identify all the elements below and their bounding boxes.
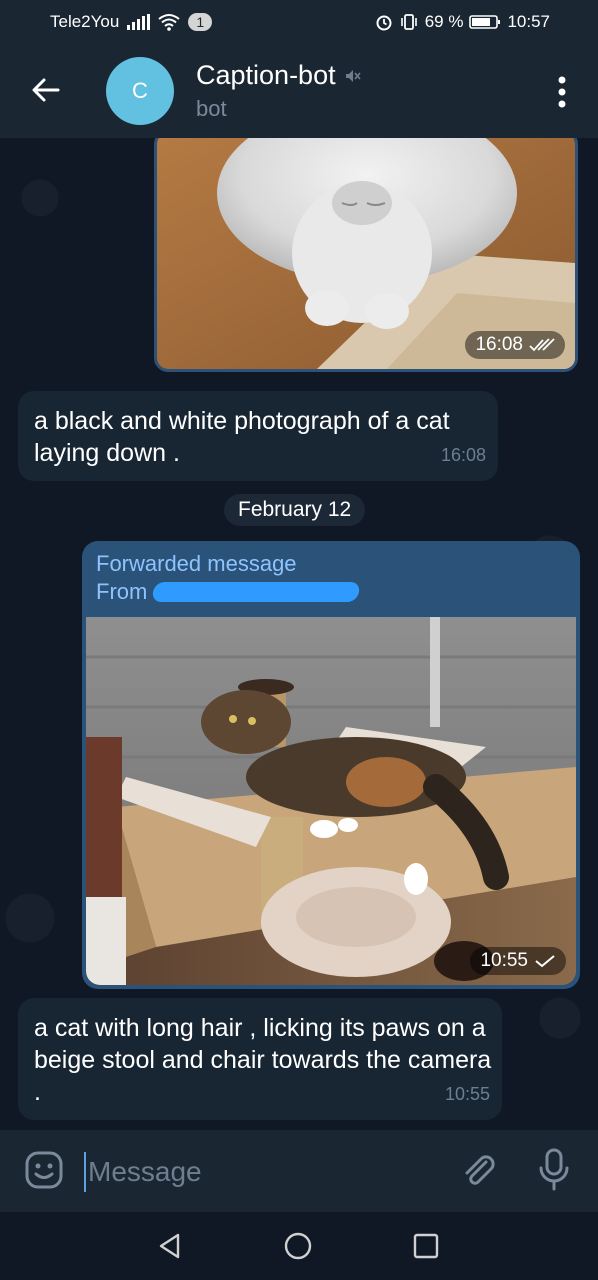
message-list[interactable]: 16:08 a black and white photograph of a … (0, 138, 598, 1130)
check-icon (535, 955, 555, 968)
microphone-icon[interactable] (536, 1148, 572, 1192)
chat-header: C Caption-bot bot (0, 44, 598, 138)
emoji-icon[interactable] (24, 1150, 64, 1190)
message-text: a black and white photograph of a cat la… (34, 407, 450, 467)
outgoing-photo-message[interactable]: 16:08 (154, 138, 578, 372)
photo-timestamp: 10:55 (470, 947, 566, 975)
forwarded-label: Forwarded message (96, 551, 297, 576)
forwarded-from[interactable]: From (96, 579, 362, 605)
chat-title-row[interactable]: Caption-bot (196, 60, 362, 91)
avatar[interactable]: C (106, 57, 174, 125)
message-text: a cat with long hair , licking its paws … (34, 1014, 492, 1106)
wifi-icon (158, 14, 180, 31)
more-vert-icon[interactable] (556, 74, 568, 110)
battery-percent: 69 % (424, 12, 464, 31)
message-composer (0, 1130, 598, 1212)
back-arrow-icon[interactable] (28, 72, 64, 108)
chat-subtitle: bot (196, 96, 227, 121)
nav-recents-icon[interactable] (412, 1232, 440, 1260)
nav-home-icon[interactable] (283, 1231, 313, 1261)
double-check-icon (529, 338, 555, 352)
notification-badge: 1 (188, 13, 213, 31)
date-separator: February 12 (224, 494, 366, 526)
forwarded-photo-message[interactable]: Forwarded message From 10:55 (82, 541, 580, 989)
incoming-message[interactable]: a cat with long hair , licking its paws … (18, 998, 502, 1120)
signal-icon (127, 14, 151, 30)
incoming-message[interactable]: a black and white photograph of a cat la… (18, 391, 498, 481)
chat-title: Caption-bot (196, 60, 336, 90)
message-timestamp: 16:08 (440, 445, 486, 465)
nav-back-icon[interactable] (156, 1232, 184, 1260)
carrier-label: Tele2You (50, 12, 120, 31)
alarm-icon (376, 15, 392, 31)
system-nav-bar (0, 1212, 598, 1280)
redacted-sender (151, 582, 362, 602)
photo-timestamp: 16:08 (465, 331, 565, 359)
cat-on-stool-photo: 10:55 (86, 617, 576, 985)
muted-icon (345, 69, 361, 82)
vibrate-icon (400, 14, 417, 30)
message-input[interactable] (84, 1152, 430, 1192)
clock: 10:57 (507, 12, 550, 31)
status-bar: Tele2You 1 69 % 10:57 (0, 0, 598, 44)
paperclip-icon[interactable] (458, 1150, 498, 1190)
message-timestamp: 10:55 (444, 1084, 490, 1104)
battery-icon (469, 15, 501, 29)
